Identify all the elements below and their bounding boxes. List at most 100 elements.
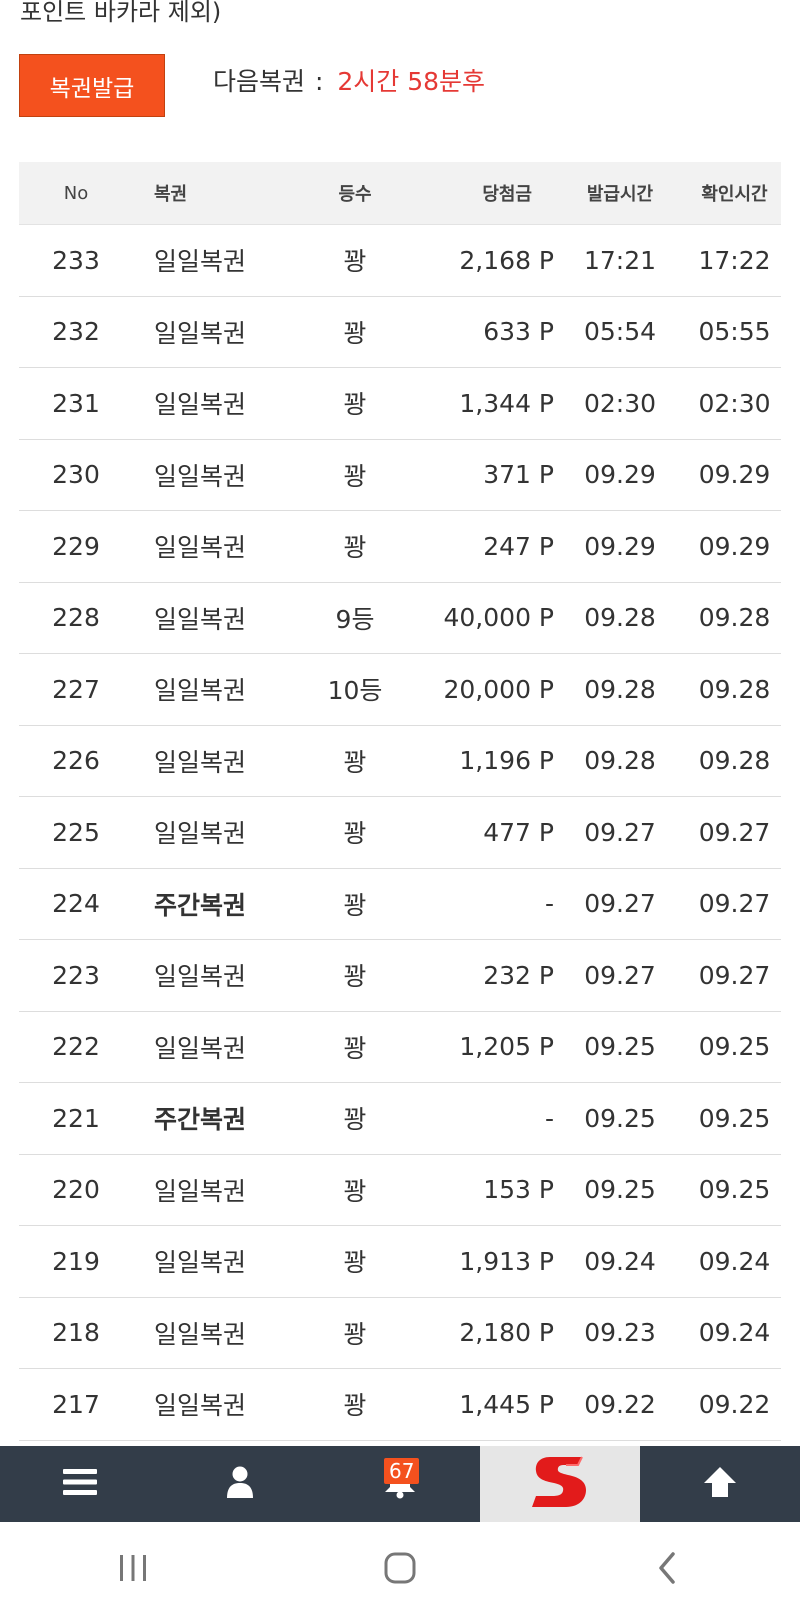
header-rank: 등수 xyxy=(338,184,372,205)
row-checked-time: 09.25 xyxy=(698,1032,771,1062)
row-checked-time: 09.25 xyxy=(698,1103,771,1133)
table-row: 232 일일복권 꽝 633 P 05:54 05:55 xyxy=(19,297,781,368)
row-ticket-name: 일일복권 xyxy=(154,533,247,563)
table-row: 217 일일복권 꽝 1,445 P 09.22 09.22 xyxy=(19,1369,781,1441)
header-prize: 당첨금 xyxy=(482,184,532,205)
row-issued-time: 09.27 xyxy=(584,889,656,919)
row-no: 223 xyxy=(52,960,100,990)
row-no: 218 xyxy=(52,1318,100,1348)
row-prize: 2,180 P xyxy=(459,1318,554,1348)
table-row: 233 일일복권 꽝 2,168 P 17:21 17:22 xyxy=(19,225,781,297)
row-prize: - xyxy=(544,889,554,919)
row-issued-time: 09.28 xyxy=(584,674,656,704)
user-icon xyxy=(225,1466,255,1502)
row-ticket-name: 일일복권 xyxy=(154,1319,247,1349)
row-issued-time: 09.24 xyxy=(584,1246,656,1276)
site-logo-button[interactable] xyxy=(480,1446,640,1522)
table-row: 225 일일복권 꽝 477 P 09.27 09.27 xyxy=(19,797,781,869)
row-checked-time: 05:55 xyxy=(698,317,771,347)
row-issued-time: 09.25 xyxy=(584,1032,656,1062)
header-name: 복권 xyxy=(154,184,188,205)
row-checked-time: 09.22 xyxy=(698,1389,771,1419)
row-checked-time: 17:22 xyxy=(698,245,771,275)
next-ticket-countdown: 2시간 58분후 xyxy=(337,67,486,96)
row-issued-time: 02:30 xyxy=(583,388,657,418)
row-issued-time: 09.25 xyxy=(584,1175,656,1205)
back-button[interactable] xyxy=(607,1540,727,1600)
row-rank: 꽝 xyxy=(343,1319,367,1349)
row-no: 226 xyxy=(52,746,100,776)
row-rank: 꽝 xyxy=(343,747,367,777)
row-checked-time: 09.27 xyxy=(698,889,771,919)
row-no: 229 xyxy=(52,531,100,561)
row-prize: 2,168 P xyxy=(459,245,554,275)
row-checked-time: 09.28 xyxy=(698,674,771,704)
row-rank: 꽝 xyxy=(343,1391,367,1421)
menu-icon xyxy=(63,1468,97,1500)
table-body: 233 일일복권 꽝 2,168 P 17:21 17:22 232 일일복권 꽝 633 P 05… xyxy=(19,225,781,1441)
row-ticket-name: 일일복권 xyxy=(154,604,247,634)
row-prize: 1,196 P xyxy=(459,746,554,776)
row-ticket-name: 일일복권 xyxy=(154,390,247,420)
row-checked-time: 09.29 xyxy=(698,531,771,561)
row-no: 224 xyxy=(52,889,100,919)
row-checked-time: 09.28 xyxy=(698,603,771,633)
row-no: 221 xyxy=(52,1103,100,1133)
row-ticket-name: 주간복권 xyxy=(154,1105,247,1135)
row-ticket-name: 일일복권 xyxy=(154,819,247,849)
table-row: 223 일일복권 꽝 232 P 09.27 09.27 xyxy=(19,940,781,1012)
table-row: 230 일일복권 꽝 371 P 09.29 09.29 xyxy=(19,440,781,511)
row-issued-time: 09.28 xyxy=(584,746,656,776)
row-no: 232 xyxy=(52,317,100,347)
row-ticket-name: 일일복권 xyxy=(154,1176,247,1206)
row-prize: 247 P xyxy=(483,531,554,561)
row-no: 227 xyxy=(52,674,100,704)
table-row: 228 일일복권 9등 40,000 P 09.28 09.28 xyxy=(19,583,781,654)
row-ticket-name: 일일복권 xyxy=(154,962,247,992)
row-issued-time: 09.25 xyxy=(584,1103,656,1133)
row-prize: 153 P xyxy=(483,1175,554,1205)
row-prize: 1,445 P xyxy=(459,1389,554,1419)
ticket-table: No 복권 등수 당첨금 발급시간 확인시간 233 일일복권 꽝 2,168 P 17… xyxy=(19,162,781,1441)
row-rank: 꽝 xyxy=(343,318,367,348)
next-ticket-label: 다음복권 xyxy=(213,67,306,96)
row-rank: 꽝 xyxy=(343,1105,367,1135)
row-prize: 20,000 P xyxy=(443,674,555,704)
row-prize: 371 P xyxy=(483,460,554,490)
issue-ticket-button[interactable]: 복권발급 xyxy=(19,54,165,117)
site-logo xyxy=(530,1449,590,1519)
row-ticket-name: 일일복권 xyxy=(154,1391,247,1421)
row-prize: 1,344 P xyxy=(459,388,554,418)
recent-apps-icon xyxy=(117,1553,149,1587)
home-button[interactable] xyxy=(340,1540,460,1600)
header-checked: 확인시간 xyxy=(701,184,768,205)
table-row: 218 일일복권 꽝 2,180 P 09.23 09.24 xyxy=(19,1298,781,1369)
notifications-button[interactable]: 67 xyxy=(320,1446,480,1522)
row-prize: 633 P xyxy=(483,317,554,347)
row-checked-time: 02:30 xyxy=(698,388,771,418)
recent-apps-button[interactable] xyxy=(73,1540,193,1600)
row-prize: 40,000 P xyxy=(443,603,555,633)
row-prize: - xyxy=(544,1103,554,1133)
scroll-top-button[interactable] xyxy=(640,1446,800,1522)
home-icon xyxy=(383,1551,417,1589)
row-issued-time: 09.27 xyxy=(584,960,656,990)
row-rank: 꽝 xyxy=(343,1033,367,1063)
row-no: 233 xyxy=(52,245,100,275)
user-button[interactable] xyxy=(160,1446,320,1522)
menu-button[interactable] xyxy=(0,1446,160,1522)
row-checked-time: 09.27 xyxy=(698,817,771,847)
row-no: 219 xyxy=(52,1246,100,1276)
row-issued-time: 17:21 xyxy=(583,245,657,275)
row-rank: 10등 xyxy=(327,676,383,706)
row-no: 217 xyxy=(52,1389,100,1419)
table-row: 227 일일복권 10등 20,000 P 09.28 09.28 xyxy=(19,654,781,726)
system-navigation-bar xyxy=(0,1522,800,1617)
table-header: No 복권 등수 당첨금 발급시간 확인시간 xyxy=(19,162,781,225)
row-rank: 꽝 xyxy=(343,1176,367,1206)
row-rank: 꽝 xyxy=(343,247,367,277)
next-ticket-info: 다음복권 : 2시간 58분후 xyxy=(213,62,485,102)
table-row: 226 일일복권 꽝 1,196 P 09.28 09.28 xyxy=(19,726,781,797)
row-rank: 꽝 xyxy=(343,461,367,491)
arrow-up-icon xyxy=(703,1465,737,1503)
